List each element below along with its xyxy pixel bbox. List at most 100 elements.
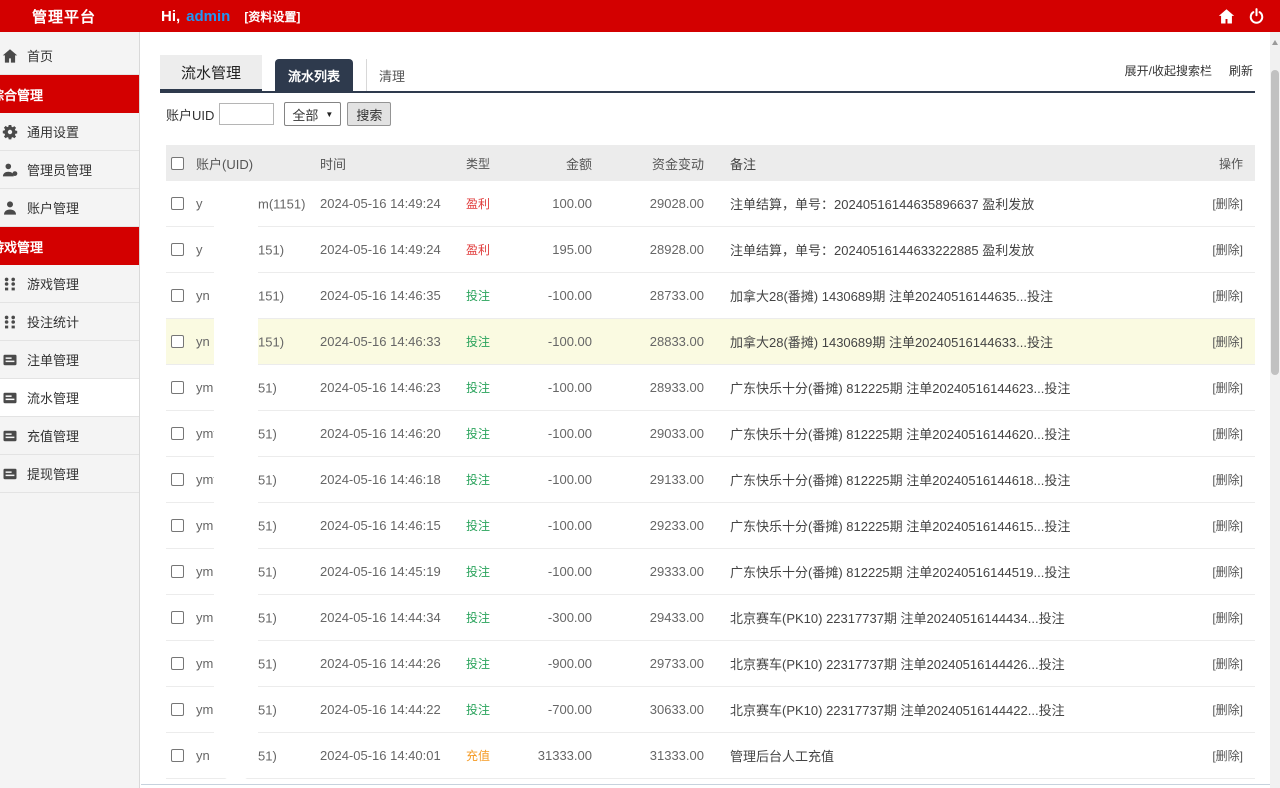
greeting: Hi, admin [资料设置]: [161, 8, 300, 25]
balance-cell: 29733.00: [592, 656, 704, 671]
type-badge: 投注: [466, 471, 520, 488]
row-checkbox[interactable]: [171, 519, 184, 532]
delete-link[interactable]: [删除]: [1212, 657, 1243, 671]
game-grid-icon: [2, 276, 18, 292]
toggle-search-bar-link[interactable]: 展开/收起搜索栏: [1125, 62, 1212, 79]
profile-settings-link[interactable]: [资料设置]: [244, 8, 300, 25]
account-prefix: yn: [196, 334, 210, 349]
table-row: ym51)2024-05-16 14:46:23投注-100.0028933.0…: [166, 365, 1255, 411]
delete-link[interactable]: [删除]: [1212, 565, 1243, 579]
sidebar-item-流水管理[interactable]: 流水管理: [0, 379, 139, 417]
balance-cell: 30633.00: [592, 702, 704, 717]
time-cell: 2024-05-16 14:49:24: [320, 242, 466, 257]
action-cell: [删除]: [1180, 747, 1255, 764]
row-checkbox[interactable]: [171, 381, 184, 394]
delete-link[interactable]: [删除]: [1212, 335, 1243, 349]
account-prefix: ym: [196, 702, 213, 717]
redaction-overlay: [214, 185, 258, 781]
delete-link[interactable]: [删除]: [1212, 243, 1243, 257]
account-prefix: ym: [196, 610, 213, 625]
scrollbar-thumb[interactable]: [1271, 70, 1279, 375]
home-icon[interactable]: [1218, 8, 1235, 25]
remark-cell: 广东快乐十分(番摊) 812225期 注单20240516144519...投注: [704, 562, 1180, 581]
uid-input[interactable]: [219, 103, 274, 125]
table-row: yn151)2024-05-16 14:46:33投注-100.0028833.…: [166, 319, 1255, 365]
app-title: 管理平台: [0, 6, 140, 27]
remark-cell: 北京赛车(PK10) 22317737期 注单20240516144434...…: [704, 608, 1180, 627]
table-row: ym51)2024-05-16 14:45:19投注-100.0029333.0…: [166, 549, 1255, 595]
select-all-checkbox[interactable]: [171, 157, 184, 170]
top-header: 管理平台 Hi, admin [资料设置]: [0, 0, 1280, 32]
row-checkbox[interactable]: [171, 197, 184, 210]
refresh-link[interactable]: 刷新: [1229, 62, 1253, 79]
type-filter-select[interactable]: 全部 ▼: [284, 102, 341, 126]
type-badge: 投注: [466, 563, 520, 580]
search-button[interactable]: 搜索: [347, 102, 391, 126]
amount-cell: -700.00: [520, 702, 592, 717]
delete-link[interactable]: [删除]: [1212, 749, 1243, 763]
delete-link[interactable]: [删除]: [1212, 473, 1243, 487]
delete-link[interactable]: [删除]: [1212, 519, 1243, 533]
column-header: 操作: [1180, 155, 1255, 172]
balance-cell: 28833.00: [592, 334, 704, 349]
sidebar-item-充值管理[interactable]: 充值管理: [0, 417, 139, 455]
delete-link[interactable]: [删除]: [1212, 197, 1243, 211]
row-checkbox[interactable]: [171, 335, 184, 348]
row-checkbox[interactable]: [171, 427, 184, 440]
sidebar-item-注单管理[interactable]: 注单管理: [0, 341, 139, 379]
power-icon[interactable]: [1248, 8, 1265, 25]
sidebar-item-账户管理[interactable]: 账户管理: [0, 189, 139, 227]
sidebar-item-管理员管理[interactable]: 管理员管理: [0, 151, 139, 189]
row-checkbox[interactable]: [171, 473, 184, 486]
sidebar-item-提现管理[interactable]: 提现管理: [0, 455, 139, 493]
table-body: ym(1151)2024-05-16 14:49:24盈利100.0029028…: [166, 181, 1255, 779]
vertical-scrollbar[interactable]: [1270, 32, 1280, 788]
action-cell: [删除]: [1180, 379, 1255, 396]
balance-cell: 29033.00: [592, 426, 704, 441]
balance-cell: 29333.00: [592, 564, 704, 579]
tab-flow-list[interactable]: 流水列表: [275, 59, 353, 91]
delete-link[interactable]: [删除]: [1212, 381, 1243, 395]
orders-card-icon: [2, 352, 18, 368]
sidebar-section[interactable]: 游戏管理: [0, 227, 139, 265]
page-title-tab[interactable]: 流水管理: [160, 55, 262, 93]
row-checkbox[interactable]: [171, 749, 184, 762]
remark-cell: 管理后台人工充值: [704, 746, 1180, 765]
row-checkbox[interactable]: [171, 289, 184, 302]
row-checkbox[interactable]: [171, 243, 184, 256]
delete-link[interactable]: [删除]: [1212, 289, 1243, 303]
row-checkbox[interactable]: [171, 657, 184, 670]
column-header: 账户(UID): [196, 145, 320, 181]
row-checkbox[interactable]: [171, 703, 184, 716]
account-suffix: 51): [258, 472, 277, 487]
account-prefix: ym: [196, 518, 213, 533]
account-prefix: yn: [196, 748, 210, 763]
delete-link[interactable]: [删除]: [1212, 611, 1243, 625]
remark-cell: 北京赛车(PK10) 22317737期 注单20240516144426...…: [704, 654, 1180, 673]
sidebar-item-投注统计[interactable]: 投注统计: [0, 303, 139, 341]
time-cell: 2024-05-16 14:46:33: [320, 334, 466, 349]
sidebar-item-label: 投注统计: [27, 312, 79, 331]
delete-link[interactable]: [删除]: [1212, 427, 1243, 441]
row-checkbox[interactable]: [171, 565, 184, 578]
remark-cell: 广东快乐十分(番摊) 812225期 注单20240516144618...投注: [704, 470, 1180, 489]
delete-link[interactable]: [删除]: [1212, 703, 1243, 717]
row-check-cell: [166, 565, 196, 578]
row-checkbox[interactable]: [171, 611, 184, 624]
balance-cell: 29233.00: [592, 518, 704, 533]
sidebar-item-label: 游戏管理: [27, 274, 79, 293]
withdraw-card-icon: [2, 466, 18, 482]
sidebar-item-首页[interactable]: 首页: [0, 37, 139, 75]
action-cell: [删除]: [1180, 425, 1255, 442]
sidebar-item-游戏管理[interactable]: 游戏管理: [0, 265, 139, 303]
balance-cell: 29028.00: [592, 196, 704, 211]
sidebar-item-通用设置[interactable]: 通用设置: [0, 113, 139, 151]
tab-clean[interactable]: 清理: [366, 59, 417, 91]
chevron-down-icon: ▼: [325, 110, 333, 119]
sidebar-item-label: 账户管理: [27, 198, 79, 217]
sidebar-section[interactable]: 综合管理: [0, 75, 139, 113]
scrollbar-up-arrow-icon[interactable]: [1272, 40, 1278, 45]
column-header: 资金变动: [592, 154, 704, 173]
sidebar-item-label: 流水管理: [27, 388, 79, 407]
amount-cell: -100.00: [520, 380, 592, 395]
